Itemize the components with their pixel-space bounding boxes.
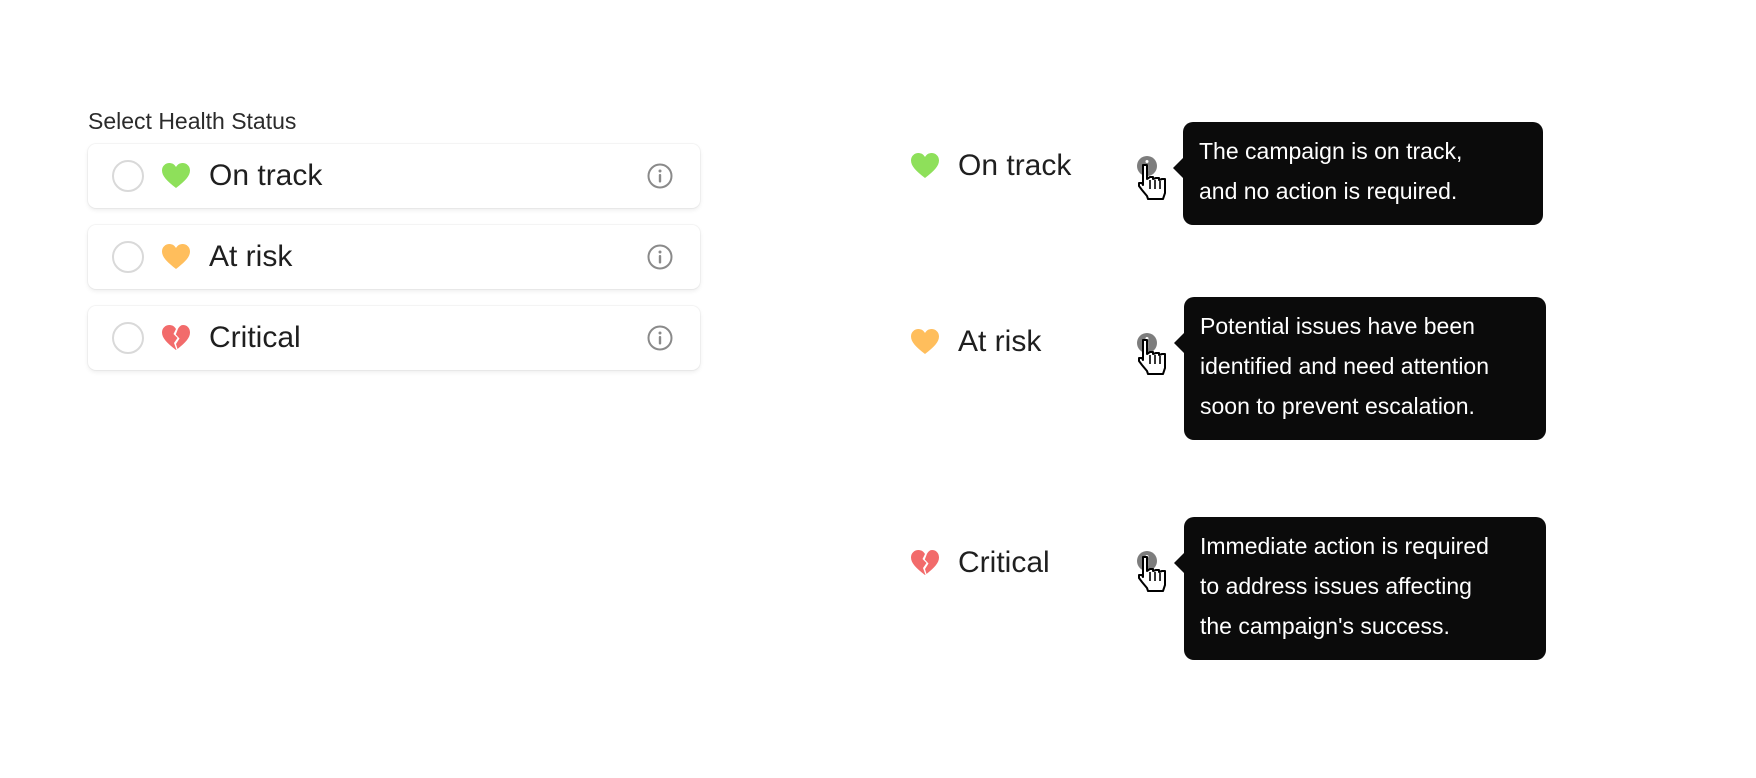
radio-button[interactable] (112, 241, 144, 273)
broken-heart-icon (911, 550, 939, 575)
info-icon[interactable] (647, 163, 673, 189)
showcase-row-at-risk: At risk Potential issues have been ident… (910, 297, 1550, 447)
tooltip-line: Immediate action is required (1200, 533, 1489, 559)
option-label: At risk (209, 240, 293, 273)
status-label: Critical (958, 546, 1050, 579)
heart-icon (911, 329, 939, 354)
option-on-track[interactable]: On track (88, 144, 700, 208)
option-label: Critical (209, 321, 301, 354)
heart-icon (911, 153, 939, 178)
tooltip-line: and no action is required. (1199, 178, 1458, 204)
tooltip-line: soon to prevent escalation. (1200, 393, 1475, 419)
showcase-row-on-track: On track The campaign is on track, and n… (910, 122, 1550, 232)
tooltip-line: the campaign's success. (1200, 613, 1450, 639)
health-status-panel: Select Health Status On track At risk Cr… (88, 106, 700, 387)
status-label: On track (958, 149, 1072, 182)
status-label: At risk (958, 325, 1042, 358)
info-icon[interactable] (647, 325, 673, 351)
tooltip-line: Potential issues have been (1200, 313, 1475, 339)
pointer-hand-icon (1138, 164, 1166, 200)
radio-button[interactable] (112, 322, 144, 354)
pointer-hand-icon (1138, 556, 1166, 592)
option-at-risk[interactable]: At risk (88, 225, 700, 289)
tooltip: Potential issues have been identified an… (1174, 297, 1546, 440)
tooltip-line: to address issues affecting (1200, 573, 1472, 599)
pointer-hand-icon (1138, 339, 1166, 375)
tooltip-line: The campaign is on track, (1199, 138, 1463, 164)
option-label: On track (209, 159, 323, 192)
info-icon[interactable] (647, 244, 673, 270)
heart-icon (162, 244, 190, 269)
panel-title: Select Health Status (88, 108, 297, 134)
option-critical[interactable]: Critical (88, 306, 700, 370)
heart-icon (162, 163, 190, 188)
broken-heart-icon (162, 325, 190, 350)
tooltip: Immediate action is required to address … (1174, 517, 1546, 660)
showcase-row-critical: Critical Immediate action is required to… (910, 517, 1550, 667)
tooltip-line: identified and need attention (1200, 353, 1490, 379)
radio-button[interactable] (112, 160, 144, 192)
tooltip: The campaign is on track, and no action … (1173, 122, 1543, 225)
